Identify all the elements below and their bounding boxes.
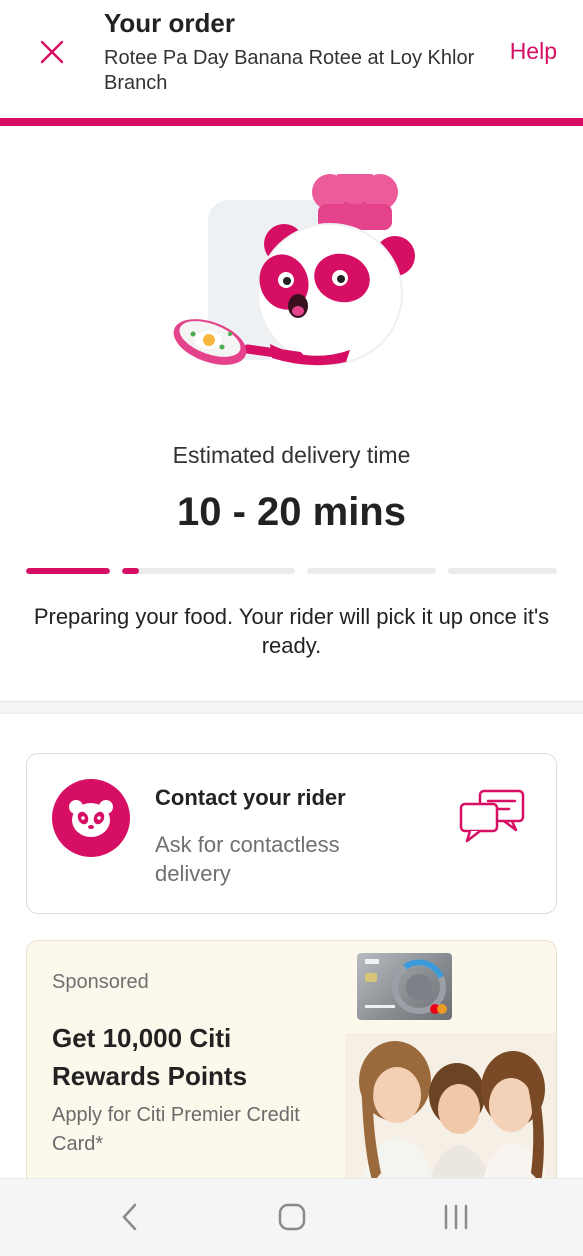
eta-value: 10 - 20 mins [176, 490, 406, 534]
close-icon [40, 40, 64, 64]
progress-step-fill [26, 568, 110, 574]
eta-label: Estimated delivery time [172, 442, 411, 468]
order-header: Your order Rotee Pa Day Banana Rotee at … [0, 0, 583, 118]
back-button[interactable] [110, 1199, 150, 1235]
progress-step [307, 568, 436, 574]
close-button[interactable] [34, 34, 70, 70]
chef-panda-illustration [173, 174, 415, 366]
contact-rider-title: Contact your rider [155, 785, 346, 810]
help-link[interactable]: Help [510, 38, 557, 65]
credit-card-image [357, 953, 452, 1020]
system-navigation-bar [0, 1178, 583, 1256]
progress-step [448, 568, 557, 574]
recents-button[interactable] [436, 1199, 476, 1235]
progress-step [122, 568, 295, 574]
back-chevron-icon [122, 1203, 137, 1231]
order-status-message: Preparing your food. Your rider will pic… [33, 604, 550, 658]
restaurant-name: Rotee Pa Day Banana Rotee at Loy Khlor B… [104, 47, 475, 94]
chat-bubbles-icon[interactable] [458, 788, 526, 846]
delivery-progress [26, 568, 557, 574]
ad-title: Get 10,000 Citi Rewards Points [52, 1023, 248, 1091]
progress-step [26, 568, 110, 574]
rider-avatar [52, 779, 130, 857]
order-tracking-section: Estimated delivery time 10 - 20 mins Pre… [0, 126, 583, 701]
contact-rider-card[interactable]: Contact your rider Ask for contactless d… [26, 753, 557, 914]
contact-rider-subtitle: Ask for contactless delivery [155, 832, 340, 886]
recents-icon [444, 1204, 468, 1230]
header-accent-bar [0, 118, 583, 126]
home-button[interactable] [272, 1199, 312, 1235]
home-icon [278, 1203, 306, 1231]
sponsored-label: Sponsored [52, 971, 149, 993]
progress-step-fill [122, 568, 140, 574]
section-divider [0, 701, 583, 714]
panda-icon [69, 800, 113, 837]
ad-subtitle: Apply for Citi Premier Credit Card* [52, 1104, 300, 1155]
page-title: Your order [104, 8, 235, 38]
sponsored-ad-card[interactable]: Sponsored Get 10,000 Citi Rewards Points… [26, 940, 557, 1200]
ad-people-photo [345, 1033, 556, 1199]
